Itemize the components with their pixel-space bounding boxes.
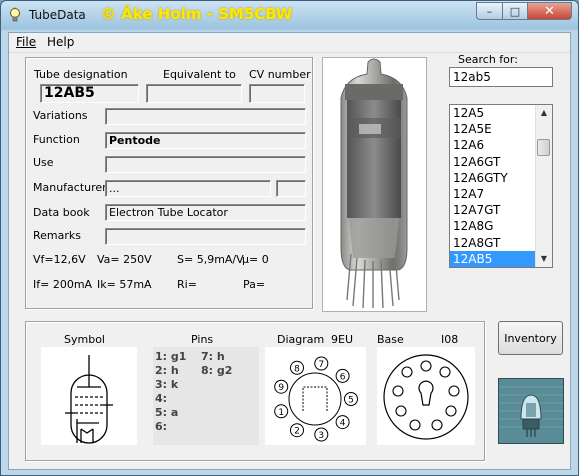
- tube-photo: [322, 57, 427, 312]
- client-area: File Help Tube designation Equivalent to…: [8, 32, 571, 470]
- spec-mu: µ= 0: [242, 253, 269, 266]
- base-label: Base: [377, 333, 404, 346]
- pin-entry: 2: h: [155, 364, 179, 377]
- app-window: TubeData © Åke Holm - SM5CBW – □ ✕ File …: [0, 0, 579, 476]
- pin-entry: 4:: [155, 392, 168, 405]
- tube-logo-icon: [499, 379, 563, 443]
- pentode-symbol-icon: [65, 355, 113, 444]
- base-code: I08: [441, 333, 459, 346]
- pin-entry: 8: g2: [201, 364, 233, 377]
- maximize-icon: □: [509, 4, 521, 18]
- spec-s: S= 5,9mA/V: [177, 253, 244, 266]
- spec-pa: Pa=: [243, 278, 266, 291]
- diagram-pin-label: 9: [278, 383, 284, 393]
- list-item[interactable]: 12A6GTY: [450, 170, 536, 186]
- data-book-label: Data book: [33, 206, 90, 219]
- data-book-field[interactable]: Electron Tube Locator: [105, 204, 306, 221]
- manufacturer-label: Manufacturer: [33, 181, 107, 194]
- author-credit: © Åke Holm - SM5CBW: [101, 5, 293, 23]
- base-socket-icon: [383, 354, 469, 440]
- diagram-pin-label: 5: [348, 396, 354, 406]
- menu-help[interactable]: Help: [47, 35, 74, 49]
- cv-number-label: CV number: [249, 68, 311, 81]
- remarks-field[interactable]: [105, 228, 306, 245]
- close-icon: ✕: [544, 3, 555, 19]
- minimize-icon: –: [486, 4, 493, 18]
- list-item[interactable]: 12A6GT: [450, 154, 536, 170]
- spec-va: Va= 250V: [97, 253, 152, 266]
- list-item[interactable]: 12A7GT: [450, 202, 536, 218]
- menu-bar: File Help: [9, 33, 570, 53]
- spec-ik: Ik= 57mA: [97, 278, 152, 291]
- list-item[interactable]: 12A5: [450, 105, 536, 121]
- diagram-code: 9EU: [331, 333, 353, 346]
- vacuum-tube-image: [340, 58, 408, 309]
- cv-number-field[interactable]: [249, 84, 305, 103]
- variations-label: Variations: [33, 109, 88, 122]
- symbol-label: Symbol: [64, 333, 105, 346]
- app-logo: [498, 378, 564, 444]
- list-scrollbar[interactable]: ▲ ▼: [535, 105, 552, 267]
- function-label: Function: [33, 133, 80, 146]
- inventory-button[interactable]: Inventory: [498, 321, 563, 355]
- function-field[interactable]: Pentode: [105, 132, 306, 149]
- pin-diagram-icon: 12 3 4 5 6 7 89: [274, 356, 358, 442]
- pin-entry: 1: g1: [155, 350, 187, 363]
- menu-file[interactable]: File: [16, 35, 36, 49]
- title-bar[interactable]: TubeData © Åke Holm - SM5CBW – □ ✕: [1, 1, 578, 31]
- list-item[interactable]: 12A7: [450, 186, 536, 202]
- tube-symbol-box: [41, 347, 137, 445]
- use-field[interactable]: [105, 156, 306, 173]
- pin-entry: 3: k: [155, 378, 179, 391]
- diagram-pin-label: 7: [318, 360, 324, 370]
- list-item[interactable]: 12A8GT: [450, 235, 536, 251]
- remarks-label: Remarks: [33, 229, 81, 242]
- diagram-pin-label: 1: [278, 408, 284, 418]
- list-item[interactable]: 12AB5: [450, 250, 536, 267]
- spec-vf: Vf=12,6V: [33, 253, 86, 266]
- pin-entry: 5: a: [155, 406, 179, 419]
- tube-designation-label: Tube designation: [34, 68, 128, 81]
- diagram-pin-label: 2: [294, 427, 300, 437]
- variations-field[interactable]: [105, 108, 306, 125]
- diagram-electrodes: [302, 386, 328, 411]
- list-item[interactable]: 12A5E: [450, 121, 536, 137]
- spec-ri: Ri=: [177, 278, 197, 291]
- spec-if: If= 200mA: [33, 278, 93, 291]
- scroll-up-icon[interactable]: ▲: [536, 105, 552, 121]
- manufacturer-code-field[interactable]: [276, 180, 306, 197]
- list-item[interactable]: 12A8G: [450, 218, 536, 234]
- inventory-label: Inventory: [504, 331, 557, 345]
- tube-list[interactable]: 12A5 12A5E 12A6 12A6GT 12A6GTY 12A7 12A7GT 12A8…: [449, 104, 553, 268]
- maximize-button[interactable]: □: [502, 2, 528, 20]
- scroll-down-icon[interactable]: ▼: [536, 251, 552, 267]
- search-input[interactable]: 12ab5: [449, 67, 553, 87]
- pin-entry: 6:: [155, 420, 168, 433]
- diagram-envelope: [288, 372, 342, 426]
- minimize-button[interactable]: –: [476, 2, 503, 20]
- manufacturer-field[interactable]: ...: [105, 180, 271, 197]
- menu-help-label: Help: [47, 35, 75, 49]
- diagram-pin-label: 8: [294, 364, 300, 374]
- diagram-pin-label: 4: [340, 419, 346, 429]
- pin-diagram-box: 12 3 4 5 6 7 89: [265, 347, 366, 445]
- menu-file-label: File: [16, 35, 37, 49]
- list-item[interactable]: 12A6: [450, 137, 536, 153]
- lightbulb-icon: [10, 7, 20, 22]
- diagram-pin-label: 3: [318, 431, 324, 441]
- pins-label: Pins: [191, 333, 214, 346]
- tube-designation-field[interactable]: 12AB5: [40, 84, 139, 103]
- scroll-thumb[interactable]: [537, 139, 550, 156]
- equivalent-to-field[interactable]: [146, 84, 242, 103]
- use-label: Use: [33, 156, 54, 169]
- close-button[interactable]: ✕: [527, 2, 572, 20]
- window-title: TubeData: [29, 8, 86, 22]
- diagram-pin-label: 6: [340, 372, 346, 382]
- equivalent-to-label: Equivalent to: [163, 68, 236, 81]
- pin-entry: 7: h: [201, 350, 225, 363]
- search-label: Search for:: [458, 53, 518, 66]
- base-box: [377, 347, 475, 445]
- diagram-label: Diagram: [277, 333, 325, 346]
